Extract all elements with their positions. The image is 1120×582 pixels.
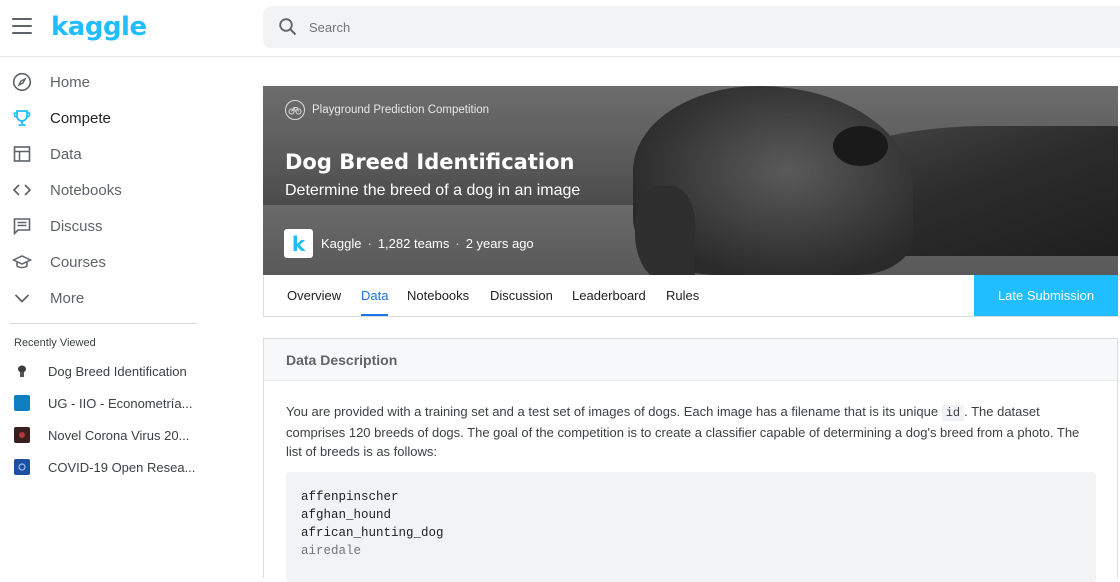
separator-dot: · (367, 236, 372, 251)
dog-thumbnail-icon (14, 363, 30, 379)
recent-item[interactable]: COVID-19 Open Resea... (0, 451, 240, 483)
covid-research-thumbnail-icon (14, 459, 30, 475)
late-submission-button[interactable]: Late Submission (974, 275, 1118, 316)
header-divider (0, 56, 1120, 57)
breed-list-item: afghan_hound (301, 508, 392, 522)
tab-rules[interactable]: Rules (666, 275, 699, 316)
team-count: 1,282 teams (377, 236, 450, 251)
competition-title: Dog Breed Identification (285, 150, 575, 174)
recently-viewed-heading: Recently Viewed (14, 337, 96, 349)
code-icon (11, 179, 33, 201)
comment-icon (11, 215, 33, 237)
data-description-header: Data Description (264, 339, 1117, 381)
tab-leaderboard[interactable]: Leaderboard (572, 275, 646, 316)
sidebar-item-label: Discuss (50, 217, 103, 235)
dataset-thumbnail-icon (14, 395, 30, 411)
recent-item[interactable]: Novel Corona Virus 20... (0, 419, 240, 451)
separator-dot: · (455, 236, 460, 251)
search-icon (278, 17, 298, 37)
banner-dog-nose (833, 126, 888, 166)
inline-code-id: id (941, 405, 965, 421)
description-text-part: You are provided with a training set and… (286, 404, 942, 419)
sidebar-item-data[interactable]: Data (0, 136, 240, 172)
data-description-heading: Data Description (286, 351, 398, 368)
banner-dog-ear (635, 186, 695, 275)
tab-overview[interactable]: Overview (287, 275, 341, 316)
sidebar-item-courses[interactable]: Courses (0, 244, 240, 280)
chevron-down-icon (11, 287, 33, 309)
data-description-text: You are provided with a training set and… (286, 402, 1096, 461)
sidebar-nav: Home Compete Data Notebooks Discuss Cour… (0, 64, 240, 316)
kaggle-logo[interactable]: kaggle (51, 12, 147, 42)
sidebar-item-label: Data (50, 145, 82, 163)
competition-category-label: Playground Prediction Competition (312, 104, 490, 116)
data-description-card: Data Description You are provided with a… (263, 338, 1118, 582)
bicycle-icon (285, 100, 305, 120)
sidebar-item-home[interactable]: Home (0, 64, 240, 100)
recent-item-label: Dog Breed Identification (48, 363, 187, 379)
competition-meta: k Kaggle · 1,282 teams · 2 years ago (284, 229, 534, 258)
competition-category: Playground Prediction Competition (285, 100, 489, 120)
breed-list-item: affenpinscher (301, 490, 399, 504)
sidebar-item-more[interactable]: More (0, 280, 240, 316)
competition-tabs: Overview Data Notebooks Discussion Leade… (263, 275, 1118, 317)
breed-list-item: airedale (301, 544, 362, 558)
search-input[interactable] (309, 19, 1009, 35)
sidebar-item-compete[interactable]: Compete (0, 100, 240, 136)
competition-age: 2 years ago (465, 236, 534, 251)
sidebar-item-label: Courses (50, 253, 106, 271)
search-bar[interactable] (263, 6, 1120, 48)
competition-header: Playground Prediction Competition Dog Br… (263, 86, 1118, 275)
sidebar-divider (10, 323, 197, 324)
table-icon (11, 143, 33, 165)
recent-item-label: UG - IIO - Econometría... (48, 395, 193, 411)
recent-item[interactable]: Dog Breed Identification (0, 355, 240, 387)
sidebar-item-label: Compete (50, 109, 111, 127)
tab-notebooks[interactable]: Notebooks (407, 275, 469, 316)
sidebar: kaggle Home Compete Data Notebooks Discu… (0, 0, 240, 566)
host-name[interactable]: Kaggle (321, 236, 361, 251)
competition-subtitle: Determine the breed of a dog in an image (285, 182, 581, 199)
graduation-cap-icon (11, 251, 33, 273)
recent-item-label: Novel Corona Virus 20... (48, 427, 190, 443)
trophy-icon (11, 107, 33, 129)
sidebar-item-notebooks[interactable]: Notebooks (0, 172, 240, 208)
hamburger-menu-icon[interactable] (12, 18, 32, 34)
tab-discussion[interactable]: Discussion (490, 275, 553, 316)
recent-item[interactable]: UG - IIO - Econometría... (0, 387, 240, 419)
recently-viewed-list: Dog Breed Identification UG - IIO - Econ… (0, 355, 240, 483)
sidebar-item-label: Notebooks (50, 181, 122, 199)
kaggle-host-logo[interactable]: k (284, 229, 313, 258)
sidebar-item-label: Home (50, 73, 91, 91)
recent-item-label: COVID-19 Open Resea... (48, 459, 196, 475)
sidebar-item-label: More (50, 289, 85, 307)
breed-list-item: african_hunting_dog (301, 526, 444, 540)
virus-thumbnail-icon (14, 427, 30, 443)
compass-icon (11, 71, 33, 93)
sidebar-item-discuss[interactable]: Discuss (0, 208, 240, 244)
tab-data[interactable]: Data (361, 275, 389, 316)
